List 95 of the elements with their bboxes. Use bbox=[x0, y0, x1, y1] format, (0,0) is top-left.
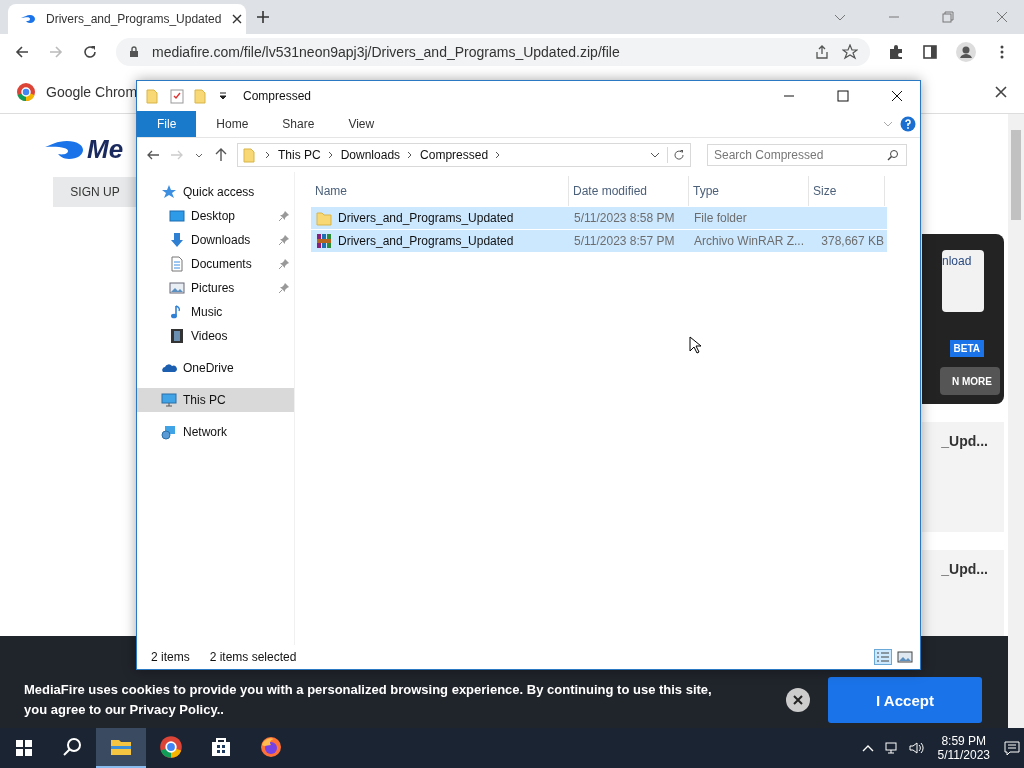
breadcrumb-item[interactable]: Downloads bbox=[340, 148, 401, 162]
network-icon[interactable] bbox=[883, 740, 900, 756]
help-icon[interactable] bbox=[900, 116, 916, 132]
clock-time[interactable]: 8:59 PM bbox=[941, 734, 987, 748]
column-header[interactable]: Size bbox=[809, 176, 885, 206]
pin-icon[interactable] bbox=[278, 282, 290, 294]
ribbon-tab[interactable]: Home bbox=[202, 111, 263, 137]
download-arrow-icon bbox=[169, 232, 185, 248]
nav-item[interactable]: Quick access bbox=[137, 180, 294, 204]
breadcrumb-item[interactable]: This PC bbox=[278, 148, 321, 162]
type-cell-text: File folder bbox=[693, 211, 748, 225]
search-field[interactable]: Search Compressed bbox=[707, 144, 907, 166]
close-icon[interactable] bbox=[231, 13, 244, 25]
mouse-pointer-icon bbox=[689, 336, 701, 354]
folder-icon bbox=[316, 210, 332, 226]
browser-tab[interactable]: Drivers_and_Programs_Updated bbox=[8, 4, 246, 34]
clock-date[interactable]: 5/11/2023 bbox=[937, 748, 990, 762]
chrome-icon bbox=[159, 735, 183, 759]
ribbon-tab[interactable]: View bbox=[334, 111, 389, 137]
speaker-icon[interactable] bbox=[907, 740, 924, 756]
file-name: Drivers_and_Programs_Updated bbox=[338, 211, 514, 225]
stacked-books-icon bbox=[316, 233, 332, 249]
star-icon[interactable] bbox=[842, 44, 858, 60]
address-bar[interactable]: mediafire.com/file/lv531neon9apj3j/Drivers_and_Programs_Updated.zip/file bbox=[116, 38, 870, 66]
large-icons-view-icon[interactable] bbox=[896, 649, 914, 665]
star-icon bbox=[161, 184, 177, 200]
dropdown-icon[interactable] bbox=[217, 90, 229, 102]
new-tab-icon[interactable] bbox=[256, 10, 270, 24]
type-cell-text: Archivo WinRAR Z... bbox=[693, 234, 805, 248]
lock-icon bbox=[128, 46, 140, 58]
nav-item[interactable]: Downloads bbox=[137, 228, 294, 252]
beta-badge: BETA bbox=[949, 340, 984, 357]
document-icon bbox=[169, 256, 185, 272]
window-title: Compressed bbox=[243, 89, 312, 103]
item-count: 2 items bbox=[151, 650, 190, 664]
date-cell-text: 5/11/2023 8:58 PM bbox=[573, 211, 676, 225]
download-button[interactable]: nload bbox=[942, 250, 984, 312]
file-row[interactable]: Drivers_and_Programs_Updated 5/11/2023 8:57 PM Archivo WinRAR Z... 378,667 KB bbox=[311, 230, 887, 252]
close-icon[interactable] bbox=[786, 688, 810, 712]
checklist-icon[interactable] bbox=[169, 88, 185, 104]
file-row[interactable]: Drivers_and_Programs_Updated 5/11/2023 8:58 PM File folder bbox=[311, 207, 887, 229]
nav-item[interactable]: Desktop bbox=[137, 204, 294, 228]
image-icon bbox=[169, 280, 185, 296]
chevron-right-icon[interactable] bbox=[264, 150, 272, 160]
nav-item[interactable]: Network bbox=[137, 420, 294, 444]
fox-globe-icon bbox=[259, 735, 283, 759]
column-header[interactable]: Name bbox=[311, 176, 569, 206]
nav-item[interactable]: This PC bbox=[137, 388, 294, 412]
flame-logo-icon bbox=[45, 138, 85, 161]
network-icon bbox=[161, 424, 177, 440]
cookie-notice: MediaFire uses cookies to provide you with a personalized browsing experience. By continuing to use this site, you agree to our Privacy Policy.. bbox=[24, 681, 713, 719]
nav-item[interactable]: Music bbox=[137, 300, 294, 324]
film-icon bbox=[169, 328, 185, 344]
ribbon-tab[interactable]: Share bbox=[268, 111, 329, 137]
folder-icon bbox=[242, 147, 258, 163]
nav-item[interactable]: Pictures bbox=[137, 276, 294, 300]
pin-icon[interactable] bbox=[278, 234, 290, 246]
chrome-icon bbox=[16, 81, 36, 102]
column-header[interactable]: Type bbox=[689, 176, 809, 206]
nav-item[interactable]: Videos bbox=[137, 324, 294, 348]
selection-count: 2 items selected bbox=[209, 650, 297, 664]
pin-icon[interactable] bbox=[278, 258, 290, 270]
accept-button[interactable]: I Accept bbox=[828, 677, 982, 723]
reload-icon[interactable] bbox=[82, 44, 98, 60]
puzzle-icon[interactable] bbox=[888, 44, 904, 60]
pin-icon[interactable] bbox=[278, 210, 290, 222]
chevron-right-icon[interactable] bbox=[326, 150, 335, 160]
ribbon-tab[interactable]: File bbox=[137, 111, 197, 137]
learn-more-button[interactable]: N MORE bbox=[940, 367, 1000, 395]
close-icon[interactable] bbox=[994, 84, 1008, 99]
monitor-icon bbox=[161, 392, 177, 408]
notification-icon[interactable] bbox=[1004, 740, 1020, 756]
shopping-bag-icon bbox=[209, 735, 233, 759]
file-name: Drivers_and_Programs_Updated bbox=[338, 234, 514, 248]
sign-up-button[interactable]: SIGN UP bbox=[53, 177, 137, 207]
size-cell-text: 378,667 KB bbox=[820, 234, 885, 248]
logo-text: Me bbox=[87, 134, 124, 165]
tab-title: Drivers_and_Programs_Updated bbox=[46, 12, 222, 26]
profile-icon[interactable] bbox=[956, 42, 976, 62]
date-cell-text: 5/11/2023 8:57 PM bbox=[573, 234, 676, 248]
breadcrumb-item[interactable]: Compressed bbox=[420, 148, 489, 162]
desktop-icon bbox=[169, 208, 185, 224]
nav-item[interactable]: OneDrive bbox=[137, 356, 294, 380]
share-icon[interactable] bbox=[814, 44, 830, 60]
column-header[interactable]: Date modified bbox=[569, 176, 689, 206]
search-icon bbox=[887, 149, 899, 161]
infobar-text: Google Chrom bbox=[46, 83, 138, 100]
file-name: _Upd... bbox=[941, 561, 988, 577]
side-panel-icon[interactable] bbox=[922, 44, 938, 60]
up-arrow-icon[interactable] bbox=[213, 147, 229, 163]
scrollbar[interactable] bbox=[1008, 114, 1024, 728]
nav-item[interactable]: Documents bbox=[137, 252, 294, 276]
file-name: _Upd... bbox=[941, 433, 988, 449]
back-icon[interactable] bbox=[14, 44, 30, 60]
address-field[interactable]: This PC Downloads Compressed bbox=[237, 143, 691, 167]
